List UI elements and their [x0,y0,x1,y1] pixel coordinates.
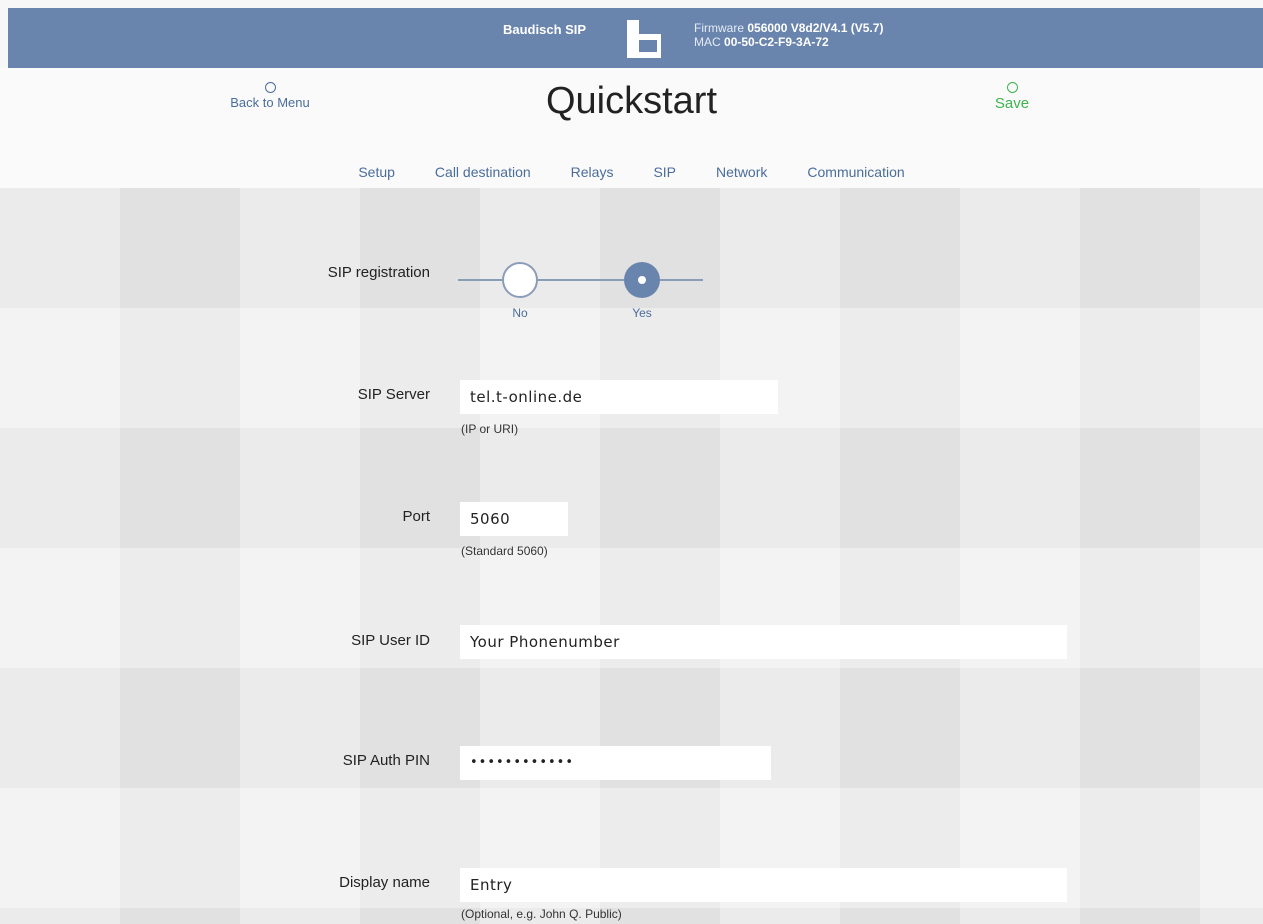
tab-call-destination[interactable]: Call destination [415,164,551,188]
registration-no-option[interactable] [502,262,538,298]
sip-server-hint: (IP or URI) [461,422,519,436]
title-band: Back to Menu Quickstart Save Setup Call … [0,68,1263,188]
yes-label: Yes [632,306,652,320]
circle-icon [1006,82,1018,93]
save-button[interactable]: Save [972,82,1052,112]
tab-setup[interactable]: Setup [338,164,415,188]
firmware-info: Firmware 056000 V8d2/V4.1 (V5.7) MAC 00-… [694,21,883,49]
toggle-track [458,279,703,281]
display-name-hint: (Optional, e.g. John Q. Public) [461,907,622,921]
mac-value: 00-50-C2-F9-3A-72 [724,35,829,49]
sip-registration-toggle[interactable]: No Yes [458,262,708,324]
registration-yes-option[interactable] [624,262,660,298]
tab-network[interactable]: Network [696,164,787,188]
sip-user-id-label: SIP User ID [351,632,430,649]
sip-registration-label: SIP registration [327,264,430,281]
sip-server-label: SIP Server [357,386,430,403]
sip-user-id-input[interactable]: Your Phonenumber [460,625,1067,659]
port-input[interactable]: 5060 [460,502,568,536]
device-name: Baudisch SIP [503,22,587,37]
port-label: Port [402,508,430,525]
no-label: No [512,306,528,320]
firmware-value: 056000 V8d2/V4.1 (V5.7) [747,21,884,35]
port-hint: (Standard 5060) [461,544,548,558]
sip-server-input[interactable]: tel.t-online.de [460,380,778,414]
sip-auth-pin-label: SIP Auth PIN [342,752,430,769]
tab-bar: Setup Call destination Relays SIP Networ… [0,164,1263,188]
display-name-label: Display name [339,874,430,891]
page-title: Quickstart [545,80,718,122]
sip-auth-pin-input[interactable]: •••••••••••• [460,746,771,780]
save-label: Save [994,95,1030,112]
baudisch-logo-icon [627,20,661,58]
firmware-label: Firmware [694,21,744,35]
display-name-input[interactable]: Entry [460,868,1067,902]
form-area: SIP registration No Yes SIP Server tel.t… [0,188,1263,924]
tab-relays[interactable]: Relays [551,164,634,188]
mac-label: MAC [694,35,721,49]
top-header: Baudisch SIP Firmware 056000 V8d2/V4.1 (… [8,8,1263,68]
tab-communication[interactable]: Communication [787,164,924,188]
tab-sip[interactable]: SIP [633,164,696,188]
